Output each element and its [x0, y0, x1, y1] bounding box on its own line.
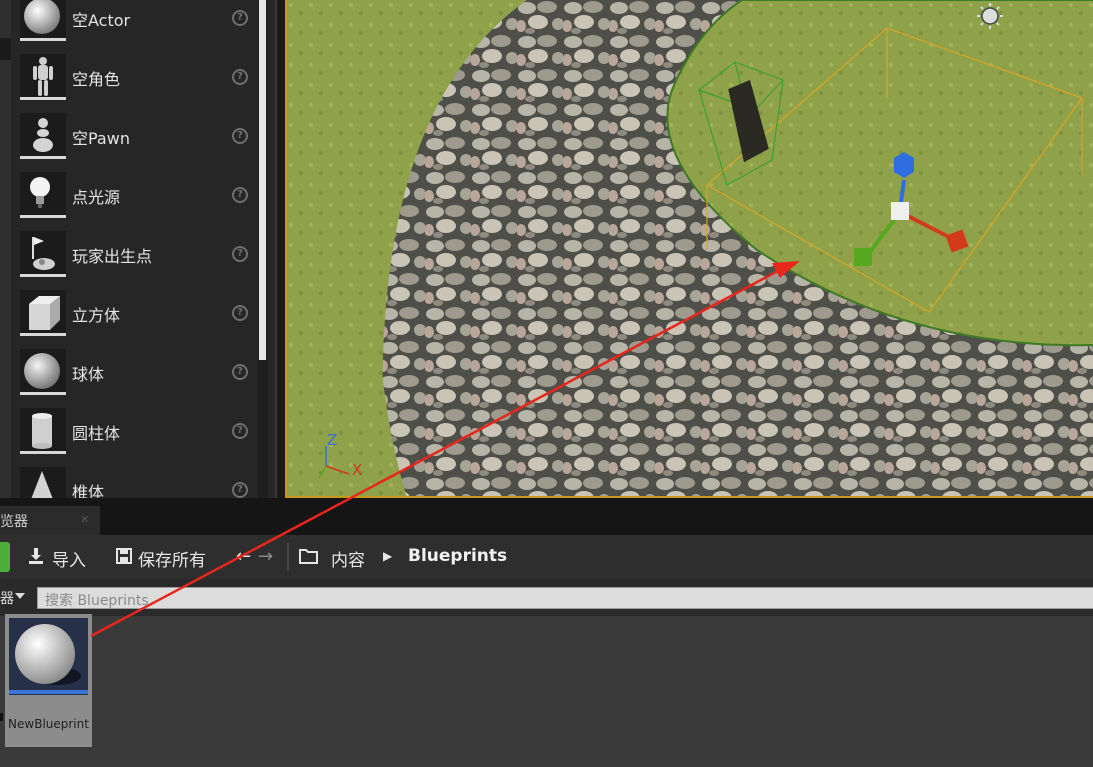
player-start-icon	[20, 231, 66, 277]
toolbar-divider	[287, 543, 289, 571]
actor-item-empty-pawn[interactable]: 空Pawn ?	[11, 111, 256, 170]
actor-item-player-start[interactable]: 玩家出生点 ?	[11, 229, 256, 288]
actor-label: 球体	[72, 365, 105, 384]
actor-item-point-light[interactable]: 点光源 ?	[11, 170, 256, 229]
chevron-down-icon[interactable]	[15, 593, 25, 599]
axis-label-x: X	[352, 461, 363, 479]
help-icon[interactable]: ?	[232, 305, 248, 321]
content-browser-toolbar: 导入 保存所有 ← → 内容 ▶ Blueprints	[0, 535, 1093, 579]
place-actors-panel: 空Actor ? 空角色 ? 空Pawn ? 点光源 ? 玩家出生点 ? 立方体…	[0, 0, 277, 498]
folder-icon	[299, 549, 318, 564]
content-browser-tabbar: 览器 ✕	[0, 498, 1093, 535]
breadcrumb-current[interactable]: Blueprints	[408, 546, 507, 566]
actor-item-cone[interactable]: 椎体 ?	[11, 465, 256, 498]
actor-item-empty-character[interactable]: 空角色 ?	[11, 52, 256, 111]
panel-left-strip	[0, 0, 11, 498]
search-placeholder: 搜索 Blueprints	[45, 593, 149, 609]
cone-icon	[20, 467, 66, 498]
breadcrumb-separator-icon[interactable]: ▶	[383, 549, 392, 563]
actor-item-sphere[interactable]: 球体 ?	[11, 347, 256, 406]
asset-type-bar	[9, 690, 88, 694]
tab-title: 览器	[0, 514, 28, 530]
back-arrow-icon[interactable]: ←	[236, 546, 251, 567]
actor-label: 玩家出生点	[72, 247, 153, 266]
sphere-icon	[20, 0, 66, 41]
import-icon	[29, 548, 43, 564]
mannequin-icon	[20, 54, 66, 100]
help-icon[interactable]: ?	[232, 423, 248, 439]
close-icon[interactable]: ✕	[80, 513, 89, 526]
sphere-icon	[20, 349, 66, 395]
axis-label-z: Z	[327, 431, 338, 449]
lightbulb-icon	[20, 172, 66, 218]
actor-label: 立方体	[72, 306, 121, 325]
import-button[interactable]: 导入	[52, 546, 86, 571]
filters-dropdown[interactable]: 器	[0, 588, 14, 608]
help-icon[interactable]: ?	[232, 364, 248, 380]
actor-label: 圆柱体	[72, 424, 121, 443]
actor-label: 点光源	[72, 188, 121, 207]
cylinder-icon	[20, 408, 66, 454]
asset-drag-handle	[0, 713, 3, 721]
help-icon[interactable]: ?	[232, 10, 248, 26]
pawn-icon	[20, 113, 66, 159]
actor-label: 椎体	[72, 483, 105, 498]
add-new-button[interactable]	[0, 542, 10, 572]
viewport-scene	[287, 0, 1093, 496]
level-viewport[interactable]: Z X	[285, 0, 1093, 498]
actor-label: 空Pawn	[72, 129, 130, 148]
asset-tile[interactable]: NewBlueprint	[5, 614, 92, 747]
panel-divider	[275, 0, 277, 498]
content-browser-filterbar: 器 搜索 Blueprints	[0, 579, 1093, 616]
help-icon[interactable]: ?	[232, 128, 248, 144]
asset-name: NewBlueprint	[8, 717, 89, 731]
save-icon	[116, 548, 132, 564]
cube-icon	[20, 290, 66, 336]
actor-item-cube[interactable]: 立方体 ?	[11, 288, 256, 347]
sphere-icon	[9, 618, 88, 695]
forward-arrow-icon[interactable]: →	[258, 546, 273, 567]
actor-item-empty-actor[interactable]: 空Actor ?	[11, 0, 256, 52]
actors-scrollbar[interactable]	[258, 0, 268, 498]
actor-label: 空Actor	[72, 11, 131, 30]
help-icon[interactable]: ?	[232, 246, 248, 262]
content-browser-tab[interactable]: 览器 ✕	[0, 506, 100, 535]
help-icon[interactable]: ?	[232, 187, 248, 203]
save-all-button[interactable]: 保存所有	[138, 546, 206, 571]
actors-scroll-thumb[interactable]	[259, 0, 266, 360]
breadcrumb-root[interactable]: 内容	[331, 546, 365, 571]
asset-grid: NewBlueprint	[0, 614, 1093, 767]
actor-label: 空角色	[72, 70, 121, 89]
help-icon[interactable]: ?	[232, 69, 248, 85]
help-icon[interactable]: ?	[232, 482, 248, 498]
actor-item-cylinder[interactable]: 圆柱体 ?	[11, 406, 256, 465]
actors-list: 空Actor ? 空角色 ? 空Pawn ? 点光源 ? 玩家出生点 ? 立方体…	[11, 0, 256, 498]
search-input[interactable]: 搜索 Blueprints	[37, 587, 1093, 609]
